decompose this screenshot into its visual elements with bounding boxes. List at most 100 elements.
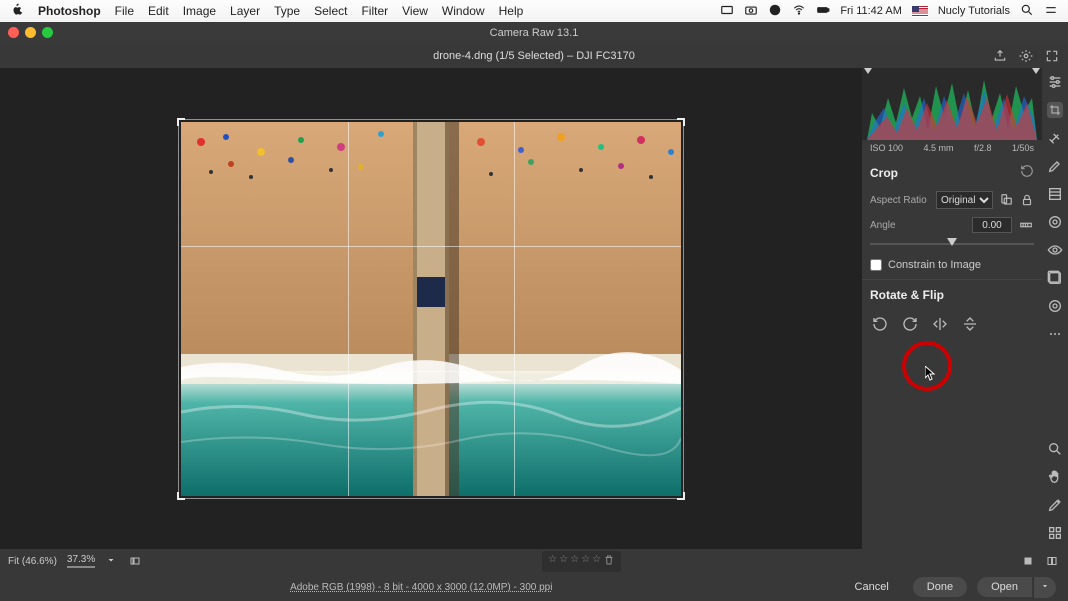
menu-type[interactable]: Type xyxy=(274,4,300,18)
window-minimize-button[interactable] xyxy=(25,27,36,38)
star-5-icon[interactable]: ☆ xyxy=(592,554,601,569)
single-view-icon[interactable] xyxy=(1020,553,1036,569)
zoom-dropdown-icon[interactable] xyxy=(105,554,117,569)
zoom-percent[interactable]: 37.3% xyxy=(67,554,95,568)
histogram[interactable] xyxy=(862,68,1042,140)
traffic-lights[interactable] xyxy=(8,27,53,38)
output-settings-link[interactable]: Adobe RGB (1998) - 8 bit - 4000 x 3000 (… xyxy=(290,582,552,593)
apple-logo-icon[interactable] xyxy=(10,3,24,20)
radial-filter-icon[interactable] xyxy=(1047,214,1063,230)
star-3-icon[interactable]: ☆ xyxy=(570,554,579,569)
mouse-cursor-icon xyxy=(925,366,937,382)
menu-window[interactable]: Window xyxy=(442,4,485,18)
crop-handle-bl[interactable] xyxy=(177,492,185,500)
menu-file[interactable]: File xyxy=(115,4,134,18)
open-dropdown-button[interactable] xyxy=(1033,577,1056,598)
done-button[interactable]: Done xyxy=(913,577,967,597)
canvas-area[interactable] xyxy=(0,68,862,549)
aspect-ratio-select[interactable]: Original xyxy=(936,191,993,209)
app-name[interactable]: Photoshop xyxy=(38,4,101,18)
cc-status-icon[interactable] xyxy=(768,3,782,20)
graduated-filter-icon[interactable] xyxy=(1047,186,1063,202)
aspect-ratio-label: Aspect Ratio xyxy=(870,195,930,206)
crop-tool-icon[interactable] xyxy=(1047,102,1063,118)
zoom-fit-label[interactable]: Fit (46.6%) xyxy=(8,556,57,567)
menu-select[interactable]: Select xyxy=(314,4,347,18)
open-button[interactable]: Open xyxy=(977,577,1032,597)
before-after-icon[interactable] xyxy=(1044,553,1060,569)
control-center-icon[interactable] xyxy=(1044,3,1058,20)
menu-help[interactable]: Help xyxy=(499,4,524,18)
spotlight-icon[interactable] xyxy=(1020,3,1034,20)
crop-handle-tr[interactable] xyxy=(677,118,685,126)
straighten-icon[interactable] xyxy=(1018,217,1034,233)
constrain-row: Constrain to Image xyxy=(862,255,1042,280)
menu-edit[interactable]: Edit xyxy=(148,4,169,18)
rotate-orientation-icon[interactable] xyxy=(999,192,1014,208)
settings-gear-icon[interactable] xyxy=(1018,48,1034,64)
exif-aperture: f/2.8 xyxy=(974,143,992,153)
crop-handle-br[interactable] xyxy=(677,492,685,500)
status-bar: Fit (46.6%) 37.3% ☆ ☆ ☆ ☆ ☆ xyxy=(0,549,1068,573)
rotate-section-header[interactable]: Rotate & Flip xyxy=(862,280,1042,308)
crop-handle-tl[interactable] xyxy=(177,118,185,126)
rating-stars[interactable]: ☆ ☆ ☆ ☆ ☆ xyxy=(542,551,621,572)
star-1-icon[interactable]: ☆ xyxy=(548,554,557,569)
export-icon[interactable] xyxy=(992,48,1008,64)
exif-iso: ISO 100 xyxy=(870,143,903,153)
menu-filter[interactable]: Filter xyxy=(361,4,388,18)
angle-row: Angle xyxy=(862,213,1042,237)
crop-frame[interactable] xyxy=(181,122,681,496)
exif-metadata: ISO 100 4.5 mm f/2.8 1/50s xyxy=(862,140,1042,156)
rotate-cw-button[interactable] xyxy=(900,314,920,334)
exif-focal: 4.5 mm xyxy=(924,143,954,153)
menubar-time[interactable]: Fri 11:42 AM xyxy=(840,5,902,17)
mac-menubar: Photoshop File Edit Image Layer Type Sel… xyxy=(0,0,1068,22)
exif-shutter: 1/50s xyxy=(1012,143,1034,153)
reset-crop-icon[interactable] xyxy=(1020,164,1034,181)
menu-layer[interactable]: Layer xyxy=(230,4,260,18)
cancel-button[interactable]: Cancel xyxy=(841,577,903,597)
window-title: Camera Raw 13.1 xyxy=(490,27,579,39)
crop-section-header[interactable]: Crop xyxy=(862,156,1042,187)
flag-icon[interactable] xyxy=(912,6,928,17)
wifi-icon[interactable] xyxy=(792,3,806,20)
red-eye-icon[interactable] xyxy=(1047,242,1063,258)
window-maximize-button[interactable] xyxy=(42,27,53,38)
menu-image[interactable]: Image xyxy=(183,4,216,18)
more-options-icon[interactable] xyxy=(1047,326,1063,342)
grid-view-icon[interactable] xyxy=(1047,525,1063,541)
document-title: drone-4.dng (1/5 Selected) – DJI FC3170 xyxy=(433,50,635,62)
workspace: ISO 100 4.5 mm f/2.8 1/50s Crop Aspect R… xyxy=(0,68,1068,549)
tool-rail xyxy=(1042,68,1068,549)
lock-aspect-icon[interactable] xyxy=(1020,192,1035,208)
photo-canvas[interactable] xyxy=(181,122,681,496)
zoom-tool-icon[interactable] xyxy=(1047,441,1063,457)
flip-vertical-button[interactable] xyxy=(960,314,980,334)
angle-slider[interactable] xyxy=(870,237,1034,251)
trash-icon[interactable] xyxy=(603,554,615,569)
menubar-user[interactable]: Nucly Tutorials xyxy=(938,5,1010,17)
star-4-icon[interactable]: ☆ xyxy=(581,554,590,569)
menu-view[interactable]: View xyxy=(402,4,428,18)
camera-icon[interactable] xyxy=(744,3,758,20)
window-close-button[interactable] xyxy=(8,27,19,38)
bottom-bar: Adobe RGB (1998) - 8 bit - 4000 x 3000 (… xyxy=(0,573,1068,601)
star-2-icon[interactable]: ☆ xyxy=(559,554,568,569)
angle-input[interactable] xyxy=(972,217,1012,233)
snapshots-icon[interactable] xyxy=(1047,270,1063,286)
constrain-checkbox[interactable] xyxy=(870,259,882,271)
edit-sliders-icon[interactable] xyxy=(1047,74,1063,90)
presets-icon[interactable] xyxy=(1047,298,1063,314)
hand-tool-icon[interactable] xyxy=(1047,469,1063,485)
tablet-icon[interactable] xyxy=(720,3,734,20)
adjustment-brush-icon[interactable] xyxy=(1047,158,1063,174)
healing-brush-icon[interactable] xyxy=(1047,130,1063,146)
battery-icon[interactable] xyxy=(816,3,830,20)
rotate-ccw-button[interactable] xyxy=(870,314,890,334)
fullscreen-icon[interactable] xyxy=(1044,48,1060,64)
color-sampler-icon[interactable] xyxy=(1047,497,1063,513)
angle-label: Angle xyxy=(870,220,930,231)
flip-horizontal-button[interactable] xyxy=(930,314,950,334)
filmstrip-toggle-icon[interactable] xyxy=(127,553,143,569)
